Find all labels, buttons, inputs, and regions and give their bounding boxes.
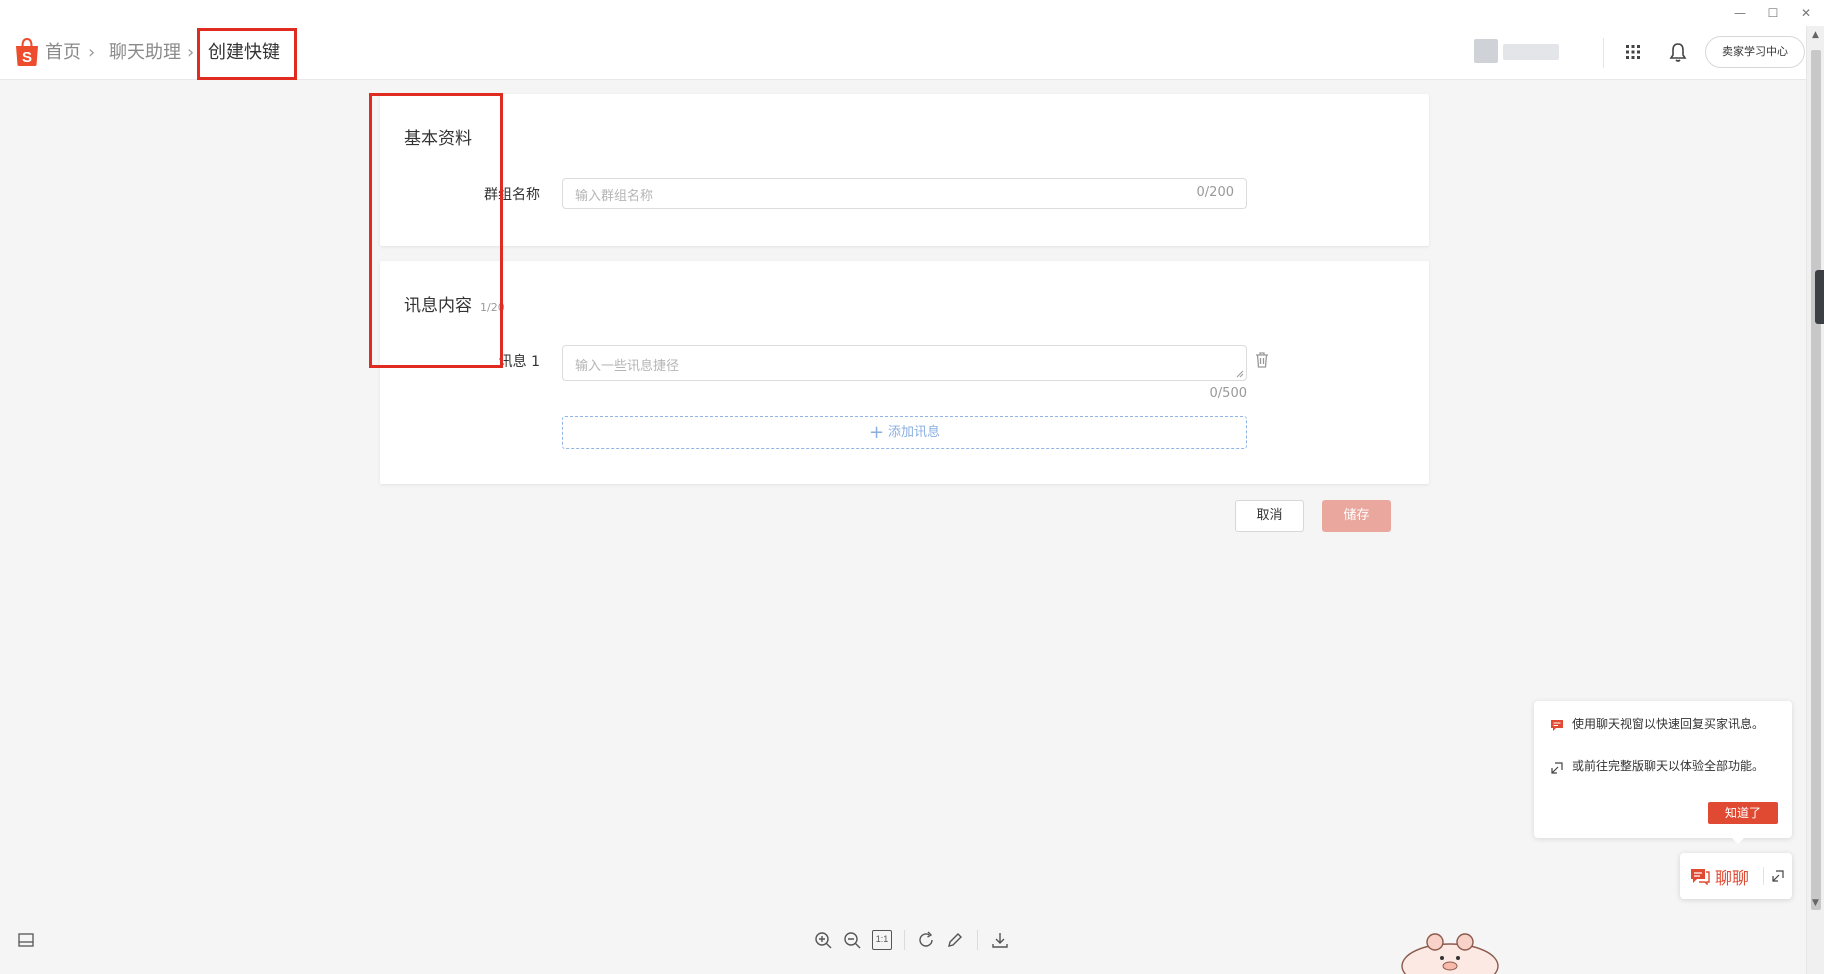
shopee-logo-icon[interactable]: S — [14, 37, 40, 67]
avatar[interactable] — [1474, 39, 1498, 63]
minimize-button[interactable]: — — [1726, 4, 1754, 22]
save-button[interactable]: 储存 — [1322, 500, 1391, 532]
scroll-down-icon[interactable]: ▼ — [1812, 898, 1819, 908]
window-titlebar: — ☐ ✕ — [0, 0, 1824, 26]
open-external-icon — [1551, 762, 1563, 774]
rotate-icon[interactable] — [916, 930, 936, 950]
shop-name-blurred[interactable] — [1503, 44, 1559, 60]
chat-button-label: 聊聊 — [1715, 869, 1749, 889]
toolbar-divider — [904, 930, 905, 950]
breadcrumb-separator: › — [187, 42, 195, 63]
zoom-out-icon[interactable] — [842, 930, 862, 950]
breadcrumb-chat-assistant[interactable]: 聊天助理 — [109, 41, 181, 65]
mascot-illustration — [1401, 933, 1499, 974]
breadcrumb-current: 创建快键 — [208, 42, 280, 63]
got-it-button[interactable]: 知道了 — [1708, 802, 1778, 824]
message-content-title-row: 讯息内容 1/20 — [404, 291, 505, 316]
group-name-input[interactable]: 输入群组名称 0/200 — [562, 178, 1247, 209]
tooltip-text-quick-reply: 使用聊天视窗以快速回复买家讯息。 — [1572, 717, 1765, 731]
message-count-badge: 1/20 — [480, 301, 505, 314]
toolbar-divider — [977, 930, 978, 950]
add-message-label: 添加讯息 — [888, 425, 941, 440]
chat-pill-divider — [1763, 867, 1764, 885]
maximize-button[interactable]: ☐ — [1759, 4, 1787, 22]
download-icon[interactable] — [990, 930, 1010, 950]
basic-info-card: 基本资料 群组名称 输入群组名称 0/200 — [380, 94, 1429, 246]
message-1-placeholder: 输入一些讯息捷径 — [575, 359, 680, 374]
resize-handle-icon[interactable] — [1236, 370, 1244, 378]
trash-icon[interactable] — [1254, 351, 1270, 369]
scroll-up-icon[interactable]: ▲ — [1812, 30, 1819, 40]
cancel-button[interactable]: 取消 — [1235, 500, 1304, 532]
zoom-in-icon[interactable] — [813, 930, 833, 950]
add-message-button[interactable]: + 添加讯息 — [562, 416, 1247, 449]
breadcrumb-home[interactable]: 首页 — [45, 41, 81, 65]
top-header: S 首页 › 聊天助理 › 创建快键 卖家学习中心 — [0, 26, 1806, 80]
message-1-char-count: 0/500 — [1209, 386, 1247, 401]
group-name-char-count: 0/200 — [1196, 185, 1234, 200]
plus-icon: + — [868, 422, 885, 443]
chat-button[interactable]: 聊聊 — [1680, 853, 1792, 899]
actual-size-icon[interactable]: 1:1 — [872, 930, 892, 950]
bell-icon[interactable] — [1666, 40, 1690, 64]
basic-info-title: 基本资料 — [404, 129, 472, 149]
message-content-title: 讯息内容 — [404, 296, 472, 316]
breadcrumb-separator: › — [88, 42, 96, 63]
message-content-card: 讯息内容 1/20 讯息 1 输入一些讯息捷径 0/500 + 添加讯息 — [380, 261, 1429, 484]
scrollbar-thumb[interactable] — [1811, 50, 1821, 910]
group-name-placeholder: 输入群组名称 — [575, 189, 654, 204]
message-1-textarea[interactable]: 输入一些讯息捷径 — [562, 345, 1247, 381]
seller-learning-center-button[interactable]: 卖家学习中心 — [1705, 36, 1805, 68]
chat-onboarding-tooltip: 使用聊天视窗以快速回复买家讯息。 或前往完整版聊天以体验全部功能。 知道了 — [1534, 701, 1792, 838]
panel-toggle-icon[interactable] — [16, 930, 36, 950]
chat-icon — [1691, 869, 1710, 885]
expand-chat-icon[interactable] — [1771, 869, 1785, 883]
vertical-scrollbar[interactable]: ▲ ▼ — [1806, 26, 1824, 974]
side-panel-handle[interactable] — [1815, 270, 1824, 324]
chat-bubble-icon — [1551, 720, 1563, 731]
header-divider — [1603, 38, 1604, 68]
tooltip-text-full-chat: 或前往完整版聊天以体验全部功能。 — [1572, 759, 1765, 773]
apps-grid-icon[interactable] — [1621, 40, 1645, 64]
tooltip-arrow — [1730, 836, 1746, 844]
svg-text:S: S — [22, 49, 32, 66]
edit-pencil-icon[interactable] — [945, 930, 965, 950]
message-1-label: 讯息 1 — [498, 354, 540, 370]
close-button[interactable]: ✕ — [1792, 4, 1820, 22]
group-name-label: 群组名称 — [484, 187, 540, 203]
